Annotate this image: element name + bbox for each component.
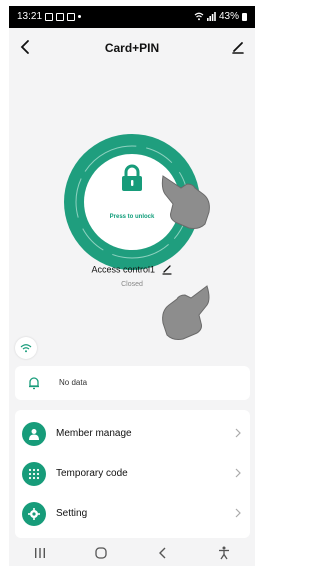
battery-icon xyxy=(242,12,247,21)
more-notifications-icon xyxy=(78,15,82,18)
pointing-hand-icon xyxy=(161,175,210,229)
chevron-right-icon xyxy=(235,468,241,478)
wifi-icon xyxy=(20,344,32,353)
accessibility-icon xyxy=(219,546,230,560)
keypad-icon xyxy=(28,468,40,480)
device-status: Closed xyxy=(121,281,143,288)
menu-card: Member manage Temporary code Setting xyxy=(15,410,250,538)
menu-item-member-manage[interactable]: Member manage xyxy=(15,414,250,454)
cell-signal-icon xyxy=(206,12,216,21)
menu-item-label: Temporary code xyxy=(56,468,128,479)
app-screen: 13:21 43% Card+PIN Press to unlock Acces… xyxy=(9,6,255,566)
status-bar: 13:21 43% xyxy=(9,6,255,28)
alerts-card[interactable]: No data xyxy=(15,366,250,400)
back-arrow-icon xyxy=(158,547,166,559)
edit-button[interactable] xyxy=(227,36,249,58)
keypad-icon-circle xyxy=(22,462,46,486)
menu-item-setting[interactable]: Setting xyxy=(15,494,250,534)
rename-pencil-icon[interactable] xyxy=(161,264,173,275)
app-header: Card+PIN xyxy=(9,28,255,68)
recent-apps-button[interactable] xyxy=(26,543,54,563)
home-button[interactable] xyxy=(87,543,115,563)
gear-icon xyxy=(28,508,40,520)
alerts-empty-text: No data xyxy=(59,378,88,387)
pencil-icon xyxy=(232,42,244,54)
system-nav-bar xyxy=(9,540,255,566)
person-icon xyxy=(29,429,39,440)
chevron-right-icon xyxy=(235,508,241,518)
system-back-button[interactable] xyxy=(149,543,177,563)
menu-item-temporary-code[interactable]: Temporary code xyxy=(15,454,250,494)
recent-apps-icon xyxy=(34,548,45,558)
gallery-notification-icon xyxy=(45,12,54,21)
pointing-hand-icon-2 xyxy=(162,285,210,340)
menu-item-label: Setting xyxy=(56,508,88,519)
status-time: 13:21 xyxy=(17,11,43,22)
chevron-right-icon xyxy=(235,428,241,438)
bell-icon xyxy=(29,377,39,390)
gear-icon-circle xyxy=(22,502,46,526)
photo-notification-icon xyxy=(56,12,65,21)
accessibility-button[interactable] xyxy=(210,543,238,563)
page-title: Card+PIN xyxy=(104,41,160,55)
mail-notification-icon xyxy=(67,12,76,21)
device-name: Access control1 xyxy=(91,264,155,275)
connection-button[interactable] xyxy=(15,337,37,359)
battery-level: 43% xyxy=(218,11,239,22)
wifi-signal-icon xyxy=(194,12,204,21)
device-name-row[interactable]: Access control1 xyxy=(9,264,255,275)
lock-icon xyxy=(122,164,142,191)
member-icon-circle xyxy=(22,422,46,446)
menu-item-label: Member manage xyxy=(56,428,132,439)
home-icon xyxy=(95,547,107,559)
